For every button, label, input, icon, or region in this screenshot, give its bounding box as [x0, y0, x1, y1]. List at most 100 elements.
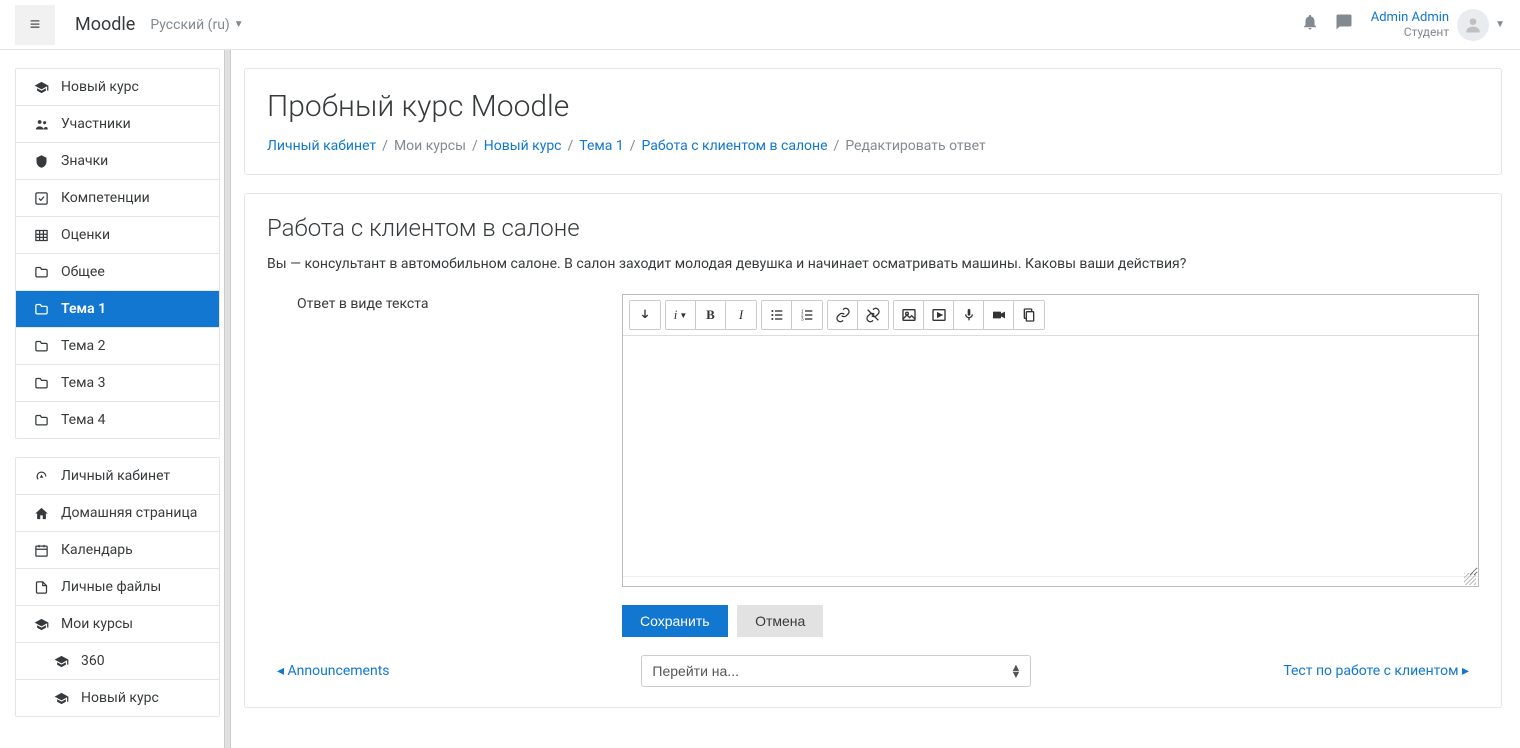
breadcrumb-item-5: Редактировать ответ	[845, 138, 985, 154]
sidebar-item-label: Участники	[61, 116, 131, 132]
graduation-icon	[31, 617, 51, 632]
folder-icon	[31, 376, 51, 391]
navbar: ≡ Moodle Русский (ru) ▼ Admin Admin Студ…	[0, 0, 1520, 50]
folder-icon	[31, 302, 51, 317]
breadcrumb-separator: /	[630, 138, 636, 154]
svg-text:3: 3	[801, 316, 804, 321]
sidebar-item-label: Личные файлы	[61, 579, 161, 595]
toolbar-styles-button[interactable]: i▼	[666, 301, 696, 329]
sidebar-item-s1-6[interactable]: Тема 1	[16, 291, 219, 328]
shield-icon	[31, 154, 51, 169]
sidebar-item-s2-5[interactable]: 360	[16, 643, 219, 680]
breadcrumb-separator: /	[382, 138, 388, 154]
toolbar-ol-button[interactable]: 123	[792, 301, 822, 329]
editor-textarea[interactable]	[623, 336, 1478, 576]
check-square-icon	[31, 191, 51, 206]
sidebar-item-s1-8[interactable]: Тема 3	[16, 365, 219, 402]
sidebar-item-label: Компетенции	[61, 190, 150, 206]
sidebar-item-s1-1[interactable]: Участники	[16, 106, 219, 143]
breadcrumb-item-2[interactable]: Новый курс	[484, 138, 562, 154]
prev-activity-link[interactable]: ◂ Announcements	[277, 663, 390, 679]
breadcrumb: Личный кабинет / Мои курсы / Новый курс / Тема…	[267, 138, 1479, 154]
language-selector[interactable]: Русский (ru) ▼	[150, 17, 243, 33]
toolbar-record-audio-button[interactable]	[954, 301, 984, 329]
breadcrumb-item-3[interactable]: Тема 1	[579, 138, 623, 154]
graduation-icon	[51, 691, 71, 706]
breadcrumb-separator: /	[568, 138, 574, 154]
graduation-icon	[51, 654, 71, 669]
toolbar-link-button[interactable]	[828, 301, 858, 329]
text-editor: i▼ B I 123	[622, 294, 1479, 587]
site-brand: Moodle	[75, 14, 135, 35]
toolbar-media-button[interactable]	[924, 301, 954, 329]
next-activity-link[interactable]: Тест по работе с клиентом ▸	[1283, 663, 1469, 679]
sidebar-item-label: Тема 3	[61, 375, 105, 391]
toolbar-image-button[interactable]	[894, 301, 924, 329]
sidebar-item-label: Новый курс	[61, 79, 139, 95]
toolbar-bold-button[interactable]: B	[696, 301, 726, 329]
activity-description: Вы — консультант в автомобильном салоне.…	[267, 256, 1479, 272]
splitter[interactable]	[220, 50, 234, 748]
sidebar: Новый курс Участники Значки Компетенции Оцен…	[0, 50, 220, 748]
next-activity-label: Тест по работе с клиентом	[1283, 663, 1458, 679]
sidebar-item-label: Личный кабинет	[61, 468, 170, 484]
sidebar-item-s1-3[interactable]: Компетенции	[16, 180, 219, 217]
sidebar-toggle-button[interactable]: ≡	[15, 5, 55, 45]
prev-activity-label: Announcements	[288, 663, 390, 679]
breadcrumb-item-1: Мои курсы	[394, 138, 466, 154]
sidebar-item-s2-2[interactable]: Календарь	[16, 532, 219, 569]
sidebar-item-label: Тема 2	[61, 338, 105, 354]
activity-title: Работа с клиентом в салоне	[267, 214, 1479, 242]
sidebar-item-s2-1[interactable]: Домашняя страница	[16, 495, 219, 532]
toolbar-ul-button[interactable]	[762, 301, 792, 329]
sidebar-item-s1-4[interactable]: Оценки	[16, 217, 219, 254]
jump-to-select[interactable]: Перейти на...	[641, 655, 1031, 687]
breadcrumb-separator: /	[834, 138, 840, 154]
sidebar-item-s2-3[interactable]: Личные файлы	[16, 569, 219, 606]
home-icon	[31, 506, 51, 521]
speed-icon	[31, 469, 51, 484]
cancel-button[interactable]: Отмена	[737, 605, 823, 637]
hamburger-icon: ≡	[30, 14, 41, 35]
sidebar-item-label: Оценки	[61, 227, 110, 243]
breadcrumb-item-4[interactable]: Работа с клиентом в салоне	[642, 138, 828, 154]
main-content: Пробный курс Moodle Личный кабинет / Мои к…	[234, 50, 1520, 748]
user-name: Admin Admin	[1371, 10, 1449, 25]
toolbar-files-button[interactable]	[1014, 301, 1044, 329]
activity-navigation: ◂ Announcements Перейти на... ▲▼ Тест по…	[267, 637, 1479, 687]
sidebar-item-s1-9[interactable]: Тема 4	[16, 402, 219, 438]
folder-icon	[31, 339, 51, 354]
toolbar-unlink-button[interactable]	[858, 301, 888, 329]
sidebar-item-label: Тема 4	[61, 412, 105, 428]
toolbar-record-video-button[interactable]	[984, 301, 1014, 329]
sidebar-item-s2-6[interactable]: Новый курс	[16, 680, 219, 716]
sidebar-item-label: Новый курс	[81, 690, 159, 706]
toolbar-italic-button[interactable]: I	[726, 301, 756, 329]
sidebar-item-s1-5[interactable]: Общее	[16, 254, 219, 291]
sidebar-item-label: Мои курсы	[61, 616, 133, 632]
sidebar-item-label: Общее	[61, 264, 105, 280]
editor-resizer[interactable]	[623, 576, 1478, 586]
language-label: Русский (ru)	[150, 17, 229, 33]
sidebar-item-s2-0[interactable]: Личный кабинет	[16, 458, 219, 495]
response-field-label: Ответ в виде текста	[267, 294, 622, 637]
sidebar-item-s1-0[interactable]: Новый курс	[16, 69, 219, 106]
sidebar-item-label: Домашняя страница	[61, 505, 197, 521]
save-button[interactable]: Сохранить	[622, 605, 728, 637]
course-title: Пробный курс Moodle	[267, 89, 1479, 124]
sidebar-item-label: Значки	[61, 153, 108, 169]
user-menu[interactable]: Admin Admin Студент ▼	[1371, 9, 1505, 41]
activity-card: Работа с клиентом в салоне Вы — консульт…	[244, 193, 1502, 708]
users-icon	[31, 117, 51, 132]
notifications-icon[interactable]	[1301, 13, 1319, 36]
breadcrumb-item-0[interactable]: Личный кабинет	[267, 138, 376, 154]
messages-icon[interactable]	[1335, 13, 1353, 36]
sidebar-item-s1-7[interactable]: Тема 2	[16, 328, 219, 365]
folder-icon	[31, 265, 51, 280]
user-role: Студент	[1371, 25, 1449, 39]
sidebar-item-s1-2[interactable]: Значки	[16, 143, 219, 180]
calendar-icon	[31, 543, 51, 558]
sidebar-item-label: Тема 1	[61, 301, 106, 317]
toolbar-expand-button[interactable]	[630, 301, 660, 329]
sidebar-item-s2-4[interactable]: Мои курсы	[16, 606, 219, 643]
